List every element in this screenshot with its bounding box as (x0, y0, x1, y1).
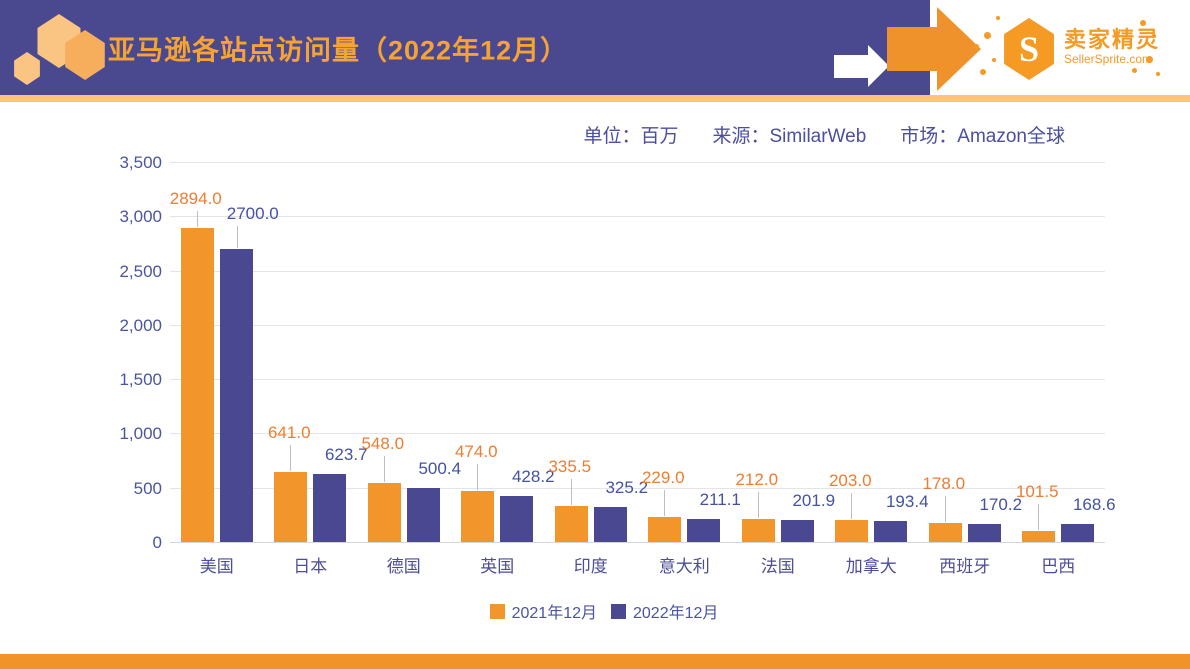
x-category-label: 法国 (731, 552, 825, 577)
leader-line (851, 493, 852, 519)
leader-line (758, 492, 759, 518)
bar-group-6: 229.0211.1 (638, 162, 732, 543)
bar-series2-意大利 (687, 519, 720, 542)
header-divider-strip (0, 95, 1190, 102)
legend-swatch-icon (490, 604, 505, 619)
bar-series1-日本 (274, 472, 307, 542)
y-tick-label: 0 (153, 533, 162, 553)
x-category-label: 印度 (544, 552, 638, 577)
y-axis: 05001,0001,5002,0002,5003,0003,500 (103, 162, 170, 543)
bar-group-10: 101.5168.6 (1012, 162, 1106, 543)
meta-unit: 单位：百万 (583, 121, 678, 148)
x-category-label: 加拿大 (825, 552, 919, 577)
bar-series1-西班牙 (929, 523, 962, 542)
x-category-label: 日本 (264, 552, 358, 577)
bar-group-1: 2894.02700.0 (170, 162, 264, 543)
bar-group-8: 203.0193.4 (825, 162, 919, 543)
meta-source: 来源：SimilarWeb (713, 121, 867, 148)
bar-series2-英国 (500, 496, 533, 542)
value-label: 101.5 (1016, 482, 1059, 502)
legend-swatch-icon (611, 604, 626, 619)
leader-line (1038, 504, 1039, 530)
bar-series1-加拿大 (835, 520, 868, 542)
bar-group-2: 641.0623.7 (264, 162, 358, 543)
y-tick-label: 500 (134, 479, 162, 499)
bar-series2-巴西 (1061, 524, 1094, 542)
leader-line (477, 464, 478, 490)
leader-line (384, 456, 385, 482)
y-tick-label: 1,500 (119, 370, 162, 390)
bar-group-9: 178.0170.2 (918, 162, 1012, 543)
bar-series2-日本 (313, 474, 346, 542)
y-tick-label: 2,500 (119, 262, 162, 282)
bar-series2-德国 (407, 488, 440, 542)
legend-item-2[interactable]: 2022年12月 (611, 599, 718, 623)
bar-series2-印度 (594, 507, 627, 542)
logo-brand-text: 卖家精灵 (1064, 22, 1160, 54)
leader-line (571, 479, 572, 505)
value-label: 212.0 (735, 470, 778, 490)
y-tick-label: 3,000 (119, 207, 162, 227)
legend-item-1[interactable]: 2021年12月 (490, 599, 597, 623)
bar-series1-法国 (742, 519, 775, 542)
plot-area: 2894.02700.0641.0623.7548.0500.4474.0428… (170, 162, 1105, 543)
bar-series2-法国 (781, 520, 814, 542)
footer-strip (0, 654, 1190, 669)
value-label: 548.0 (361, 434, 404, 454)
logo-domain-text: SellerSprite.com (1064, 52, 1152, 66)
value-label: 229.0 (642, 468, 685, 488)
x-category-label: 德国 (357, 552, 451, 577)
leader-line (237, 226, 238, 248)
page-title: 亚马逊各站点访问量（2022年12月） (108, 28, 568, 67)
bar-series2-美国 (220, 249, 253, 542)
bar-series2-加拿大 (874, 521, 907, 542)
bar-series1-英国 (461, 491, 494, 542)
chart-meta-row: 单位：百万 来源：SimilarWeb 市场：Amazon全球 (0, 121, 1190, 148)
value-label: 168.6 (1073, 495, 1116, 515)
logo-hexagon-icon: S (1000, 18, 1058, 80)
chart-legend: 2021年12月 2022年12月 (103, 599, 1105, 623)
leader-line (664, 490, 665, 516)
sellersprite-logo: S 卖家精灵 SellerSprite.com (972, 14, 1162, 84)
bar-chart: 05001,0001,5002,0002,5003,0003,500 2894.… (103, 162, 1105, 577)
page: 亚马逊各站点访问量（2022年12月） S 卖家精灵 SellerSprite.… (0, 0, 1190, 669)
bar-series1-意大利 (648, 517, 681, 542)
bar-group-5: 335.5325.2 (544, 162, 638, 543)
x-axis: 美国日本德国英国印度意大利法国加拿大西班牙巴西 (170, 552, 1105, 577)
bar-group-3: 548.0500.4 (357, 162, 451, 543)
x-category-label: 西班牙 (918, 552, 1012, 577)
leader-line (290, 445, 291, 471)
y-tick-label: 3,500 (119, 153, 162, 173)
legend-label: 2022年12月 (633, 599, 718, 623)
header-banner: 亚马逊各站点访问量（2022年12月） S 卖家精灵 SellerSprite.… (0, 0, 1190, 95)
y-tick-label: 2,000 (119, 316, 162, 336)
leader-line (197, 211, 198, 227)
bar-series1-德国 (368, 483, 401, 542)
value-label: 641.0 (268, 423, 311, 443)
x-category-label: 意大利 (638, 552, 732, 577)
x-category-label: 美国 (170, 552, 264, 577)
value-label: 203.0 (829, 471, 872, 491)
y-tick-label: 1,000 (119, 424, 162, 444)
value-label: 178.0 (922, 474, 965, 494)
value-label: 2894.0 (170, 189, 222, 209)
x-category-label: 英国 (451, 552, 545, 577)
bar-series1-巴西 (1022, 531, 1055, 542)
bar-series1-美国 (181, 228, 214, 542)
bar-series2-西班牙 (968, 524, 1001, 542)
bar-group-4: 474.0428.2 (451, 162, 545, 543)
x-category-label: 巴西 (1012, 552, 1106, 577)
legend-label: 2021年12月 (512, 599, 597, 623)
bar-group-7: 212.0201.9 (731, 162, 825, 543)
meta-market: 市场：Amazon全球 (900, 121, 1065, 148)
leader-line (945, 496, 946, 522)
bar-series1-印度 (555, 506, 588, 542)
value-label: 474.0 (455, 442, 498, 462)
value-label: 335.5 (548, 457, 591, 477)
